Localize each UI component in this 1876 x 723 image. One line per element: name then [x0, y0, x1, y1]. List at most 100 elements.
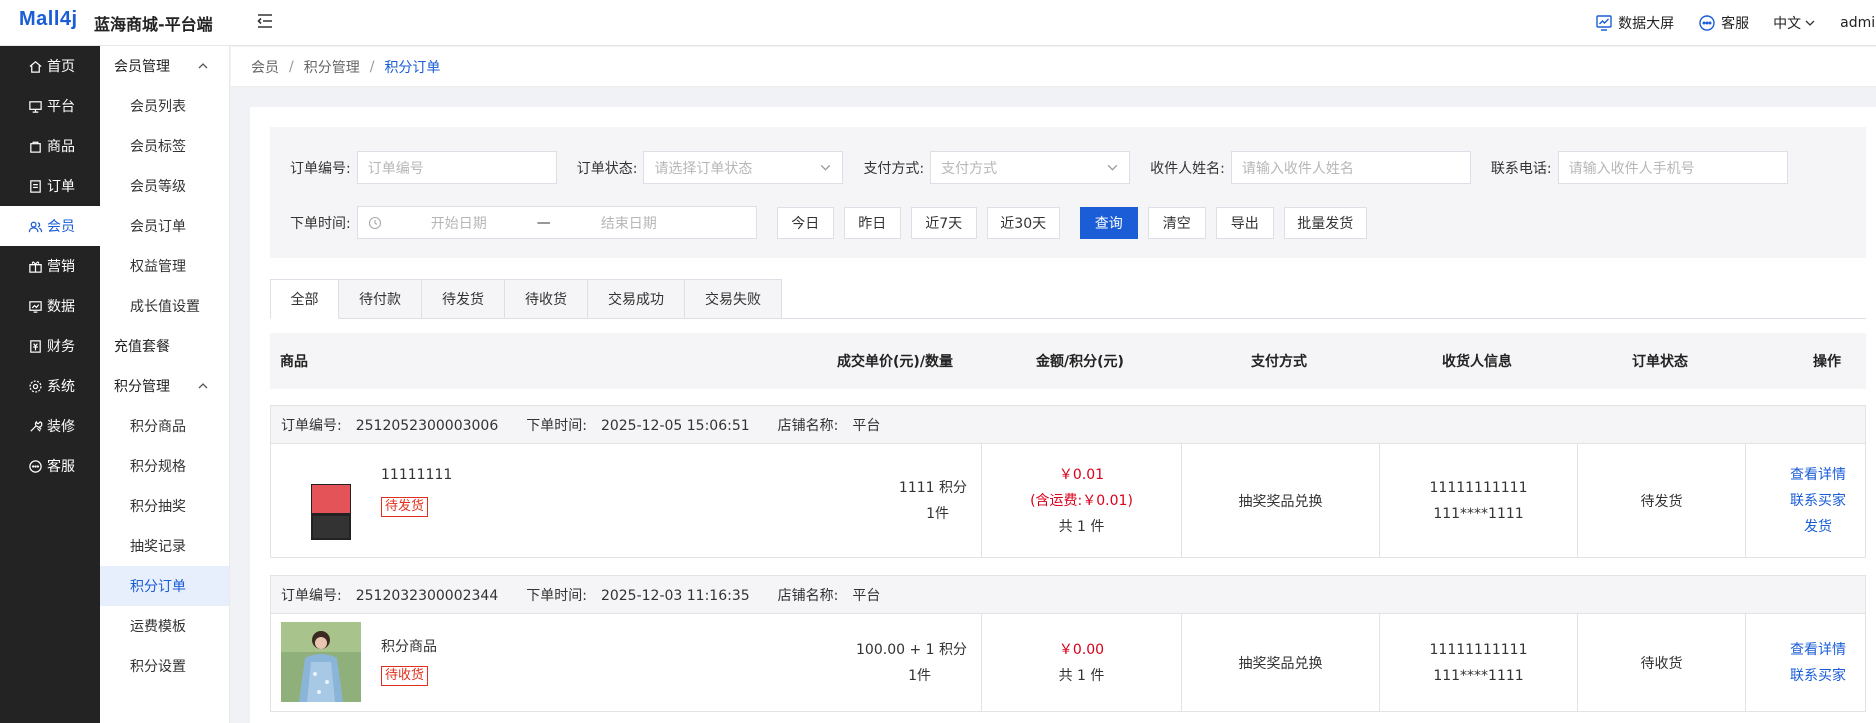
today-button[interactable]: 今日 — [776, 206, 834, 239]
column-price-qty: 成交单价(元)/数量 — [837, 354, 953, 370]
order-time-caption: 下单时间: — [526, 417, 587, 434]
subnav-group-label: 会员管理 — [114, 59, 170, 75]
actions-cell: 查看详情 联系买家 发货 — [1745, 444, 1866, 558]
chat-bubble-icon — [1699, 15, 1715, 31]
column-product: 商品 — [280, 354, 308, 370]
view-detail-link[interactable]: 查看详情 — [1790, 637, 1846, 663]
subnav-item-member-levels[interactable]: 会员等级 — [100, 166, 229, 206]
product-name[interactable]: 积分商品 — [381, 636, 437, 656]
wrench-icon — [30, 420, 43, 432]
tab-failed[interactable]: 交易失败 — [685, 279, 782, 319]
nav-label: 营销 — [47, 259, 75, 275]
product-image[interactable] — [281, 464, 361, 542]
tab-pending-payment[interactable]: 待付款 — [339, 279, 422, 319]
nav-service[interactable]: 客服 — [0, 446, 100, 486]
subnav-item-recharge-package[interactable]: 充值套餐 — [100, 326, 229, 366]
customer-service-button[interactable]: 客服 — [1698, 13, 1749, 33]
contact-buyer-link[interactable]: 联系买家 — [1790, 663, 1846, 689]
order-no-caption: 订单编号: — [281, 587, 342, 604]
finance-icon — [30, 339, 41, 353]
export-button[interactable]: 导出 — [1215, 206, 1274, 239]
search-button[interactable]: 查询 — [1079, 206, 1138, 239]
receiver-name-input[interactable]: 请输入收件人姓名 — [1230, 151, 1471, 184]
order-no-input[interactable]: 订单编号 — [356, 151, 557, 184]
status-badge: 待发货 — [381, 497, 429, 517]
subnav-item-points-settings[interactable]: 积分设置 — [100, 646, 229, 686]
user-name: admin — [1840, 15, 1876, 31]
filter-panel: 订单编号: 订单编号 订单状态: 请选择订单状态 支付方式: 支付方式 收件人姓… — [270, 127, 1866, 258]
nav-members[interactable]: 会员 — [0, 206, 100, 246]
view-detail-link[interactable]: 查看详情 — [1790, 462, 1846, 488]
tab-all[interactable]: 全部 — [270, 279, 339, 319]
subnav-item-points-goods[interactable]: 积分商品 — [100, 406, 229, 446]
ship-link[interactable]: 发货 — [1790, 514, 1832, 540]
user-menu[interactable]: admin — [1840, 15, 1876, 31]
language-select[interactable]: 中文 — [1773, 13, 1816, 33]
tab-pending-shipment[interactable]: 待发货 — [422, 279, 505, 319]
pay-method-label: 支付方式: — [863, 160, 925, 177]
quantity: 1件 — [908, 668, 931, 684]
end-date-input[interactable]: 结束日期 — [564, 213, 694, 233]
subnav-group-points-management[interactable]: 积分管理 — [100, 366, 229, 406]
subnav-item-points-lottery[interactable]: 积分抽奖 — [100, 486, 229, 526]
subnav-item-freight-template[interactable]: 运费模板 — [100, 606, 229, 646]
nav-marketing[interactable]: 营销 — [0, 246, 100, 286]
breadcrumb-points-management[interactable]: 积分管理 — [304, 57, 360, 77]
phone-label: 联系电话: — [1490, 160, 1552, 177]
nav-home[interactable]: 首页 — [0, 46, 100, 86]
bag-icon — [30, 141, 41, 153]
pay-method-value: 抽奖奖品兑换 — [1238, 494, 1323, 510]
order-header: 订单编号: 2512032300002344 下单时间: 2025-12-03 11… — [271, 576, 1865, 614]
subnav-item-points-specs[interactable]: 积分规格 — [100, 446, 229, 486]
order-time: 2025-12-05 15:06:51 — [600, 417, 750, 434]
chevron-up-icon — [198, 63, 208, 69]
nav-orders[interactable]: 订单 — [0, 166, 100, 206]
pay-method-cell: 抽奖奖品兑换 — [1181, 444, 1379, 558]
order-body: 积分商品 待收货 100.00 + 1 积分 1件 ￥0.00 共 1 件 抽奖… — [271, 614, 1865, 712]
nav-decoration[interactable]: 装修 — [0, 406, 100, 446]
subnav-item-benefits[interactable]: 权益管理 — [100, 246, 229, 286]
dashboard-button[interactable]: 数据大屏 — [1595, 13, 1674, 33]
start-date-input[interactable]: 开始日期 — [394, 213, 524, 233]
subnav-item-lottery-records[interactable]: 抽奖记录 — [100, 526, 229, 566]
yesterday-button[interactable]: 昨日 — [843, 206, 901, 239]
contact-buyer-link[interactable]: 联系买家 — [1790, 488, 1846, 514]
order-time-range[interactable]: 开始日期 — 结束日期 — [356, 206, 757, 239]
breadcrumb-member[interactable]: 会员 — [251, 57, 279, 77]
tab-pending-receipt[interactable]: 待收货 — [505, 279, 588, 319]
nav-data[interactable]: 数据 — [0, 286, 100, 326]
freight-note: (含运费:￥0.01) — [1030, 493, 1133, 509]
nav-goods[interactable]: 商品 — [0, 126, 100, 166]
chevron-down-icon — [1107, 164, 1118, 171]
order-block: 订单编号: 2512032300002344 下单时间: 2025-12-03 11… — [270, 575, 1866, 712]
order-status-select[interactable]: 请选择订单状态 — [643, 151, 844, 184]
last-7-days-button[interactable]: 近7天 — [910, 206, 977, 239]
nav-finance[interactable]: 财务 — [0, 326, 100, 366]
nav-system[interactable]: 系统 — [0, 366, 100, 406]
subnav-item-member-tags[interactable]: 会员标签 — [100, 126, 229, 166]
tab-completed[interactable]: 交易成功 — [588, 279, 685, 319]
subnav-item-growth-settings[interactable]: 成长值设置 — [100, 286, 229, 326]
nav-label: 财务 — [47, 339, 75, 355]
subnav-group-member-management[interactable]: 会员管理 — [100, 46, 229, 86]
phone-input[interactable]: 请输入收件人手机号 — [1557, 151, 1788, 184]
subnav-item-points-orders[interactable]: 积分订单 — [100, 566, 229, 606]
nav-label: 平台 — [47, 99, 75, 115]
dashboard-label: 数据大屏 — [1618, 16, 1675, 32]
clear-button[interactable]: 清空 — [1147, 206, 1206, 239]
product-image[interactable] — [281, 622, 361, 702]
subnav-item-member-list[interactable]: 会员列表 — [100, 86, 229, 126]
receiver-phone: 11111111111 — [1429, 642, 1528, 658]
nav-platform[interactable]: 平台 — [0, 86, 100, 126]
price-qty-cell: 1111 积分 1件 — [811, 444, 981, 558]
product-name[interactable]: 11111111 — [381, 467, 452, 483]
pay-method-select[interactable]: 支付方式 — [930, 151, 1131, 184]
pay-method-cell: 抽奖奖品兑换 — [1181, 614, 1379, 712]
menu-collapse-icon[interactable] — [255, 11, 275, 31]
batch-ship-button[interactable]: 批量发货 — [1283, 206, 1367, 239]
last-30-days-button[interactable]: 近30天 — [986, 206, 1060, 239]
app-logo[interactable]: Mall4j — [19, 8, 78, 31]
subnav-item-member-orders[interactable]: 会员订单 — [100, 206, 229, 246]
order-status-cell: 待收货 — [1577, 614, 1745, 712]
order-status-value: 待发货 — [1640, 494, 1683, 510]
